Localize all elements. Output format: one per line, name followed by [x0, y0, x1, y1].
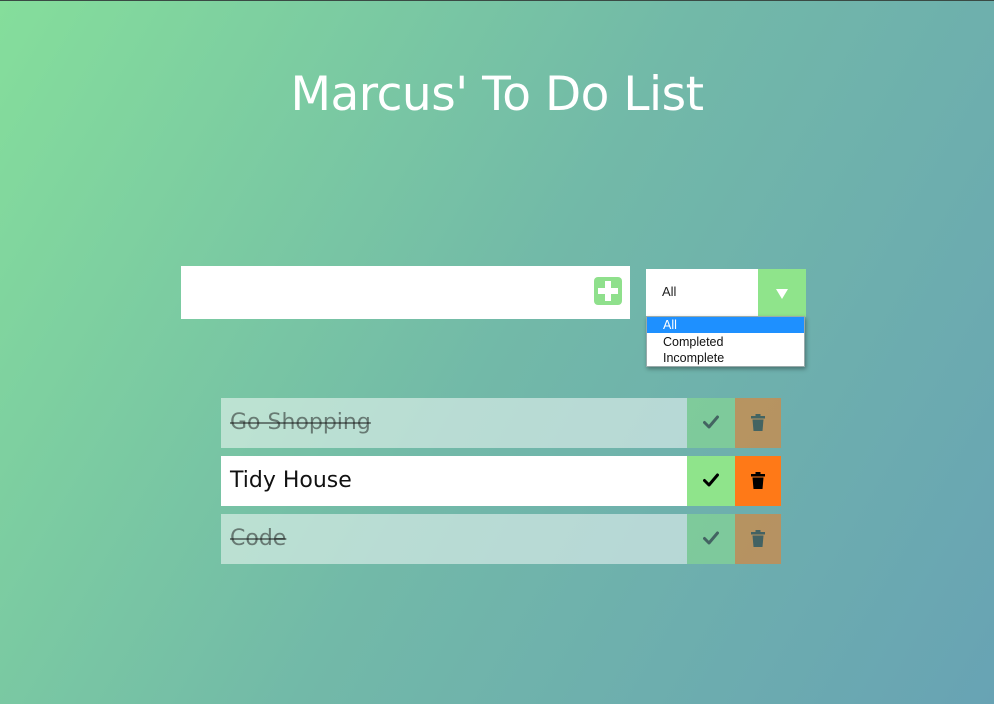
todo-input[interactable] [181, 266, 581, 319]
trash-icon [751, 530, 765, 547]
check-icon [703, 531, 719, 545]
filter-option-all[interactable]: All [647, 317, 804, 333]
todo-form [181, 266, 630, 319]
check-icon [703, 415, 719, 429]
add-todo-button[interactable] [594, 277, 622, 305]
complete-button[interactable] [687, 456, 735, 506]
filter-select[interactable]: All [646, 269, 806, 317]
todo-text-box: Go Shopping [221, 398, 687, 448]
todo-item: Go Shopping [221, 398, 781, 448]
complete-button[interactable] [687, 398, 735, 448]
filter-option-completed[interactable]: Completed [647, 334, 804, 350]
delete-button[interactable] [735, 456, 781, 506]
delete-button[interactable] [735, 398, 781, 448]
todo-text: Code [230, 526, 287, 551]
filter-dropdown-list: All Completed Incomplete [646, 316, 805, 367]
trash-icon [751, 472, 765, 489]
filter-dropdown-toggle[interactable] [758, 269, 806, 317]
todo-item: Code [221, 514, 781, 564]
check-icon [703, 473, 719, 487]
filter-selected-value: All [662, 284, 677, 299]
complete-button[interactable] [687, 514, 735, 564]
todo-text-box: Code [221, 514, 687, 564]
todo-text: Go Shopping [230, 410, 371, 435]
plus-icon [598, 281, 618, 301]
trash-icon [751, 414, 765, 431]
triangle-down-icon [776, 289, 788, 299]
page-title: Marcus' To Do List [290, 67, 704, 122]
todo-item: Tidy House [221, 456, 781, 506]
delete-button[interactable] [735, 514, 781, 564]
filter-option-incomplete[interactable]: Incomplete [647, 350, 804, 366]
todo-text: Tidy House [230, 468, 352, 493]
todo-text-box: Tidy House [221, 456, 687, 506]
